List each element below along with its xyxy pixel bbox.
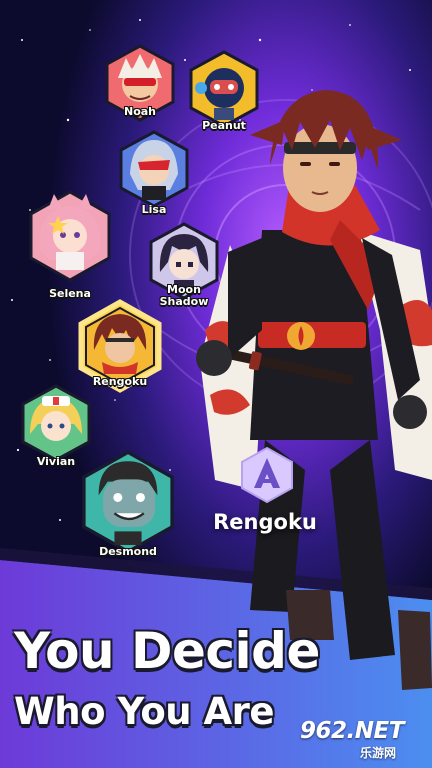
roster-node-rengoku-selected[interactable]: Rengoku [78,299,162,393]
selected-character-name: Rengoku [213,510,317,534]
roster-name: Noah [123,105,157,118]
watermark-main: 962.NET [300,718,404,744]
roster-node-peanut[interactable]: Peanut [188,50,260,132]
roster-node-lisa[interactable]: Lisa [118,130,190,216]
headline-line-2: Who You Are [14,690,274,733]
a-class-badge-icon [241,446,293,504]
site-watermark: 962.NET 乐游网 [300,718,428,762]
roster-name: Lisa [141,203,167,216]
roster-node-selena[interactable]: Selena [28,190,112,300]
desmond-portrait-icon [82,450,174,554]
roster-name: Selena [49,287,91,300]
headline-line-1: You Decide [14,622,320,680]
watermark-sub: 乐游网 [360,746,397,760]
roster-node-moon-shadow[interactable]: Moon Shadow [148,222,220,308]
roster-name: Desmond [99,545,157,558]
peanut-portrait-icon [189,50,259,128]
roster-node-desmond[interactable]: Desmond [80,450,176,558]
lisa-portrait-icon [119,130,189,208]
selena-portrait-icon [29,190,111,282]
roster-node-noah[interactable]: Noah [104,44,176,122]
